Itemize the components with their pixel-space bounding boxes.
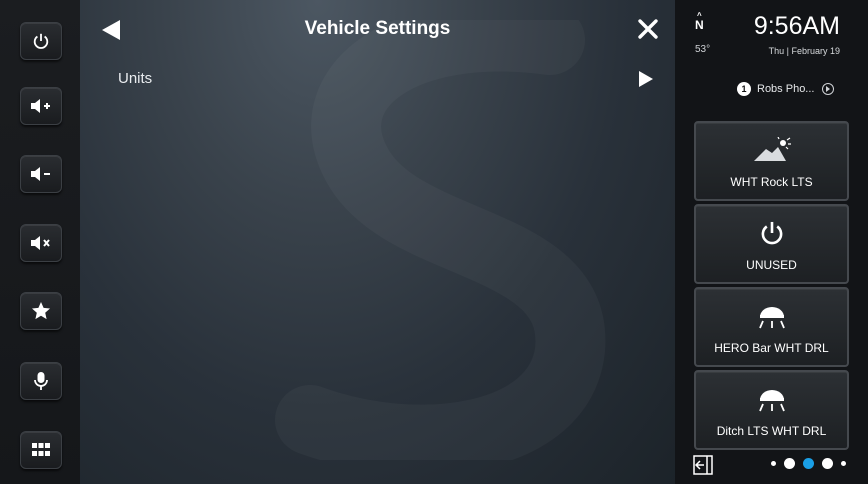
phone-badge: 1 xyxy=(737,82,751,96)
page-dot[interactable] xyxy=(771,461,776,466)
chevron-right-icon xyxy=(639,71,653,87)
favorites-button[interactable] xyxy=(20,292,62,330)
power-button[interactable] xyxy=(20,22,62,60)
tile-hero-bar-wht-drl[interactable]: HERO Bar WHT DRL xyxy=(694,287,849,367)
tile-label: UNUSED xyxy=(746,258,797,272)
rock-light-icon xyxy=(753,137,791,161)
tile-unused[interactable]: UNUSED xyxy=(694,204,849,284)
switch-tiles: WHT Rock LTS UNUSED HERO Bar WHT DRL Dit… xyxy=(694,121,849,453)
page-indicator[interactable] xyxy=(771,458,854,469)
settings-item-label: Units xyxy=(118,70,153,87)
app-grid-icon xyxy=(32,443,50,456)
status-sidebar: ^ N 53° 9:56AM Thu | February 19 1 Robs … xyxy=(675,0,868,484)
volume-up-icon xyxy=(31,99,50,113)
volume-down-icon xyxy=(31,167,50,181)
dome-light-icon xyxy=(758,307,785,329)
mute-icon xyxy=(31,236,50,250)
tile-label: Ditch LTS WHT DRL xyxy=(716,424,827,438)
clock-date: Thu | February 19 xyxy=(768,46,840,56)
compass-heading: N xyxy=(695,18,704,32)
left-rail xyxy=(0,0,81,484)
connected-phone[interactable]: 1 Robs Pho... xyxy=(737,80,835,98)
close-icon[interactable] xyxy=(636,17,660,41)
clock-time: 9:56AM xyxy=(753,12,840,40)
outside-temperature: 53° xyxy=(695,44,711,55)
volume-down-button[interactable] xyxy=(20,155,62,193)
tile-label: HERO Bar WHT DRL xyxy=(714,341,829,355)
tile-wht-rock-lts[interactable]: WHT Rock LTS xyxy=(694,121,849,201)
page-dot[interactable] xyxy=(784,458,795,469)
page-dot[interactable] xyxy=(841,461,846,466)
star-icon xyxy=(32,302,50,320)
phone-name: Robs Pho... xyxy=(757,83,815,95)
volume-up-button[interactable] xyxy=(20,87,62,125)
compass-icon: ^ N xyxy=(695,11,704,32)
microphone-icon xyxy=(34,372,48,390)
dome-light-icon xyxy=(758,390,785,412)
power-icon xyxy=(33,33,49,49)
settings-item-units[interactable]: Units xyxy=(80,60,675,100)
page-title: Vehicle Settings xyxy=(304,18,451,39)
voice-button[interactable] xyxy=(20,362,62,400)
phone-connect-icon xyxy=(822,83,835,95)
settings-panel: Vehicle Settings Units xyxy=(80,0,675,484)
power-icon xyxy=(761,221,782,245)
page-dot-active[interactable] xyxy=(803,458,814,469)
tile-ditch-lts-wht-drl[interactable]: Ditch LTS WHT DRL xyxy=(694,370,849,450)
apps-button[interactable] xyxy=(20,431,62,469)
mute-button[interactable] xyxy=(20,224,62,262)
tile-label: WHT Rock LTS xyxy=(730,175,813,189)
header-bar: Vehicle Settings xyxy=(80,0,675,60)
page-dot[interactable] xyxy=(822,458,833,469)
exit-icon[interactable] xyxy=(693,455,713,475)
